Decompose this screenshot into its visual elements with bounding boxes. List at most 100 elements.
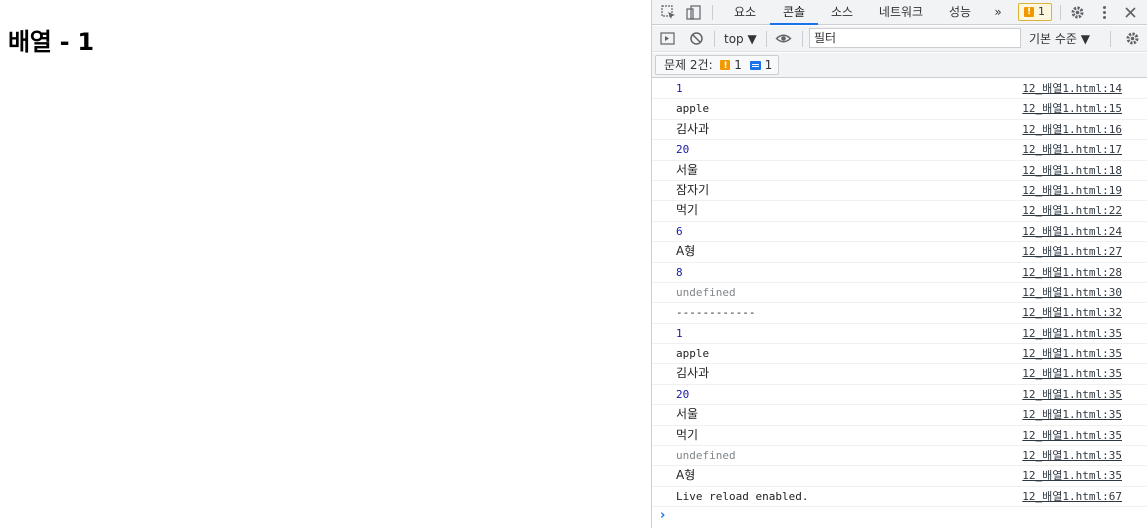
console-message-row: 6 12_배열1.html:24 [652,222,1147,243]
device-toolbar-icon[interactable] [685,4,702,21]
console-message-text: 20 [676,143,690,157]
source-link[interactable]: 12_배열1.html:67 [1022,487,1122,506]
console-log: 1 12_배열1.html:14apple 12_배열1.html:15 김사과 12_… [652,79,1147,527]
source-link[interactable]: 12_배열1.html:32 [1022,303,1122,322]
console-message-row: 김사과 12_배열1.html:35 [652,364,1147,385]
source-link[interactable]: 12_배열1.html:28 [1022,263,1122,282]
source-link[interactable]: 12_배열1.html:22 [1022,201,1122,220]
console-message-row: A형 12_배열1.html:27 [652,242,1147,263]
console-message-text: undefined [676,449,736,463]
console-message-row: A형 12_배열1.html:35 [652,466,1147,487]
filter-input[interactable] [809,28,1021,48]
console-settings-gear-icon[interactable] [1124,30,1141,47]
console-message-row: 김사과 12_배열1.html:16 [652,120,1147,141]
issues-summary-button[interactable]: 문제 2건: 1 1 [655,55,780,75]
warning-count: 1 [734,58,742,72]
console-message-text: apple [676,347,710,361]
source-link[interactable]: 12_배열1.html:27 [1022,242,1122,261]
issues-label: 문제 2건: [664,58,713,72]
console-message-text: 잠자기 [676,182,710,197]
console-message-text: 먹기 [676,203,699,218]
page-title: 배열 - 1 [8,28,94,56]
console-message-text: 20 [676,387,690,401]
source-link[interactable]: 12_배열1.html:35 [1022,405,1122,424]
console-message-text: undefined [676,285,736,299]
info-count: 1 [764,58,773,72]
gear-icon[interactable] [1069,4,1086,21]
console-message-text: 먹기 [676,427,699,442]
source-link[interactable]: 12_배열1.html:17 [1022,140,1122,159]
console-message-text: 김사과 [676,366,710,381]
console-message-row: undefined 12_배열1.html:35 [652,446,1147,467]
devtools-tabbar: 요소 콘솔 소스 네트워크 성능 » 1 [652,0,1147,25]
console-message-row: 1 12_배열1.html:14 [652,79,1147,100]
console-toolbar: top ▼ 기본 수준 ▼ [652,26,1147,52]
console-message-row: 먹기 12_배열1.html:35 [652,426,1147,447]
warning-icon [720,57,731,75]
close-icon[interactable] [1122,4,1139,21]
console-message-row: ------------ 12_배열1.html:32 [652,303,1147,324]
console-message-row: Live reload enabled. 12_배열1.html:67 [652,487,1147,508]
source-link[interactable]: 12_배열1.html:18 [1022,161,1122,180]
toolbar-divider [1060,5,1061,20]
console-message-row: apple 12_배열1.html:15 [652,99,1147,120]
console-message-text: 1 [676,82,683,95]
console-message-row: 8 12_배열1.html:28 [652,263,1147,283]
console-message-text: ------------ [676,306,756,320]
source-link[interactable]: 12_배열1.html:35 [1022,426,1122,445]
page-viewport: 배열 - 1 [0,0,651,528]
source-link[interactable]: 12_배열1.html:16 [1022,120,1122,139]
source-link[interactable]: 12_배열1.html:35 [1022,466,1122,485]
tab-console[interactable]: 콘솔 [770,0,818,25]
context-selector[interactable]: top ▼ [724,31,757,47]
console-message-row: apple 12_배열1.html:35 [652,344,1147,365]
log-level-dropdown[interactable]: 기본 수준 ▼ [1029,31,1090,47]
console-message-text: 1 [676,326,683,340]
source-link[interactable]: 12_배열1.html:15 [1022,99,1122,118]
more-tabs-button[interactable]: » [988,0,1008,24]
console-message-row: 잠자기 12_배열1.html:19 [652,181,1147,202]
console-message-row: 서울 12_배열1.html:35 [652,405,1147,426]
console-message-text: 8 [676,265,683,279]
console-message-text: 6 [676,224,683,238]
console-message-text: A형 [676,244,696,259]
kebab-menu-icon[interactable] [1096,4,1113,21]
eye-icon[interactable] [775,30,792,47]
inspect-element-icon[interactable] [660,4,677,21]
console-message-text: 서울 [676,162,699,177]
prompt-caret-icon: › [660,508,666,524]
source-link[interactable]: 12_배열1.html:14 [1022,79,1122,98]
tab-sources[interactable]: 소스 [822,0,862,24]
info-message-icon [749,61,761,70]
source-link[interactable]: 12_배열1.html:24 [1022,222,1122,241]
sidebar-toggle-icon[interactable] [659,30,676,47]
console-prompt[interactable]: › [652,507,1147,527]
console-message-row: 먹기 12_배열1.html:22 [652,201,1147,222]
issues-bar: 문제 2건: 1 1 [652,53,1147,78]
toolbar-divider [712,5,713,20]
console-message-row: 20 12_배열1.html:35 [652,385,1147,406]
source-link[interactable]: 12_배열1.html:30 [1022,283,1122,302]
source-link[interactable]: 12_배열1.html:35 [1022,385,1122,404]
tab-network[interactable]: 네트워크 [870,0,932,24]
toolbar-divider [1110,31,1111,47]
warning-icon [1024,4,1034,20]
console-message-row: 1 12_배열1.html:35 [652,324,1147,345]
tab-performance[interactable]: 성능 [942,0,978,24]
clear-console-icon[interactable] [688,30,705,47]
source-link[interactable]: 12_배열1.html:35 [1022,324,1122,343]
console-message-text: 김사과 [676,121,710,136]
toolbar-divider [802,31,803,47]
console-message-text: A형 [676,468,696,483]
devtools-panel: 요소 콘솔 소스 네트워크 성능 » 1 top ▼ [651,0,1147,528]
source-link[interactable]: 12_배열1.html:19 [1022,181,1122,200]
console-message-text: apple [676,102,710,116]
source-link[interactable]: 12_배열1.html:35 [1022,344,1122,363]
tab-elements[interactable]: 요소 [724,0,766,24]
issues-counter-button[interactable]: 1 [1018,3,1052,21]
source-link[interactable]: 12_배열1.html:35 [1022,446,1122,465]
console-message-row: 20 12_배열1.html:17 [652,140,1147,161]
toolbar-divider [714,31,715,47]
source-link[interactable]: 12_배열1.html:35 [1022,364,1122,383]
console-message-text: Live reload enabled. [676,489,809,503]
